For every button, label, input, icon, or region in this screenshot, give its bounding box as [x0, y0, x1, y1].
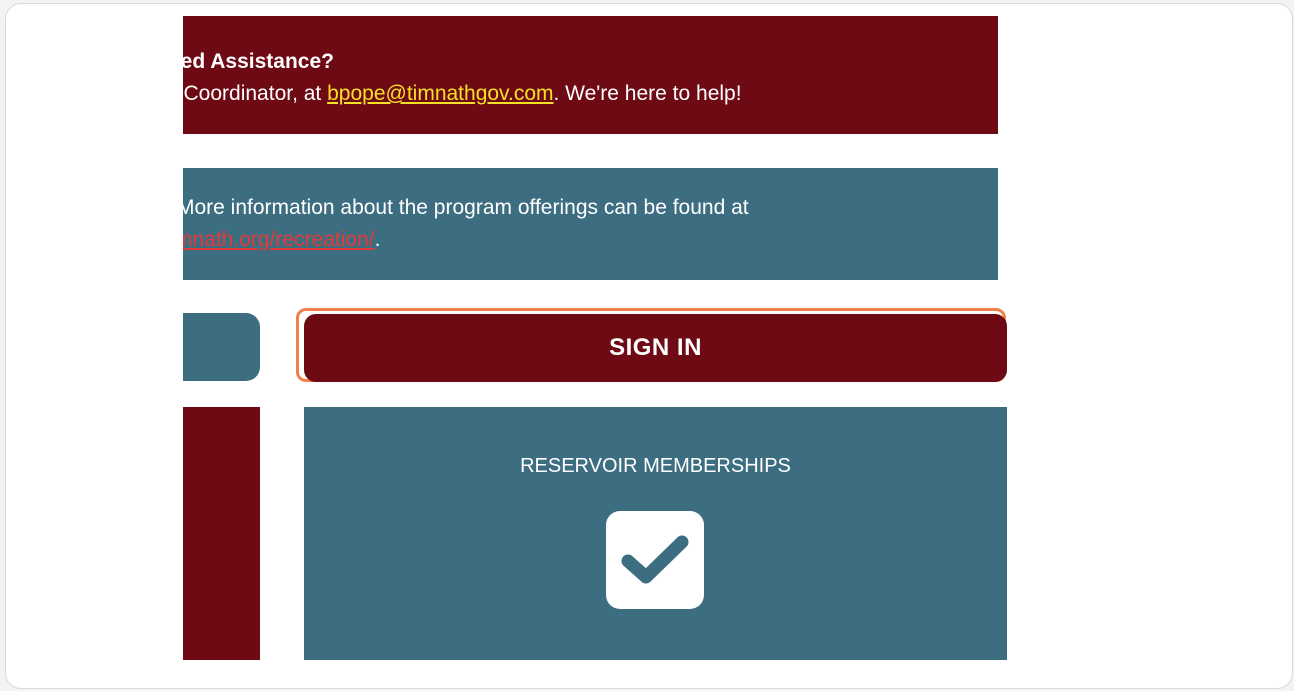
assistance-text: n Coordinator, at bpope@timnathgov.com. …: [183, 82, 742, 106]
assistance-text-before: n Coordinator, at: [183, 82, 322, 105]
reservoir-memberships-card[interactable]: RESERVOIR MEMBERSHIPS: [304, 407, 1007, 660]
screenshot-frame: eed Assistance? n Coordinator, at bpope@…: [5, 3, 1293, 689]
program-info-banner: More information about the program offer…: [183, 168, 998, 280]
checkmark-icon: [621, 535, 689, 584]
reservoir-memberships-title: RESERVOIR MEMBERSHIPS: [520, 455, 791, 477]
assistance-text-after: . We're here to help!: [553, 82, 742, 105]
left-program-card[interactable]: [183, 407, 260, 660]
recreation-link[interactable]: mnath.org/recreation/: [183, 228, 375, 251]
sign-in-button[interactable]: SIGN IN: [304, 314, 1007, 382]
program-info-period: .: [374, 228, 381, 251]
program-info-link-line: mnath.org/recreation/.: [183, 228, 380, 252]
program-info-text: More information about the program offer…: [183, 196, 749, 219]
left-action-button[interactable]: [183, 313, 260, 381]
assistance-title: eed Assistance?: [183, 50, 334, 73]
page-viewport: eed Assistance? n Coordinator, at bpope@…: [183, 4, 1013, 688]
checkbox-check-icon: [606, 511, 704, 609]
assistance-email-link[interactable]: bpope@timnathgov.com: [327, 82, 553, 105]
assistance-banner: eed Assistance? n Coordinator, at bpope@…: [183, 16, 998, 134]
